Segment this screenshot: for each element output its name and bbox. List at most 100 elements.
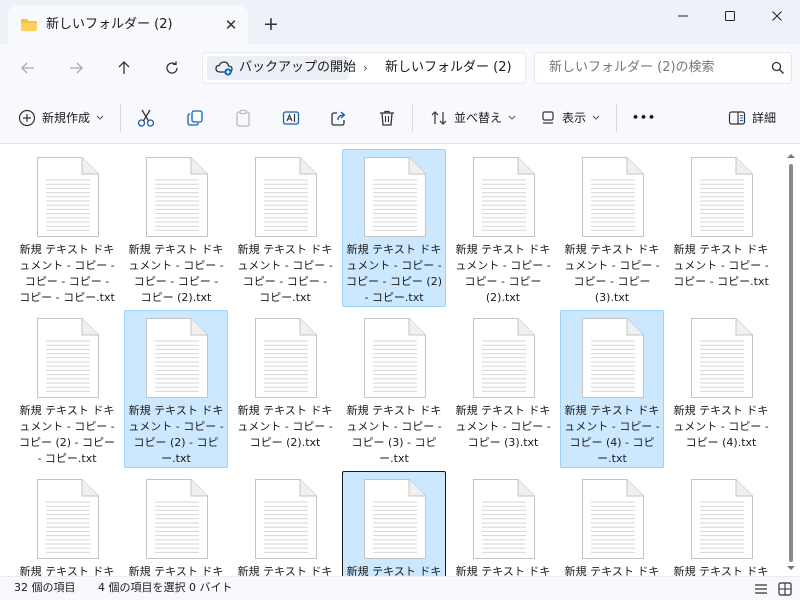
- file-name: 新規 テキスト ドキュメント: [128, 565, 224, 576]
- file-item[interactable]: 新規 テキスト ドキュメント: [233, 471, 337, 576]
- file-name: 新規 テキスト ドキュメント - コピー - コピー (3).txt: [455, 404, 551, 449]
- command-bar: 新規作成 並べ替え 表示 ••• 詳細: [0, 92, 800, 144]
- plus-circle-icon: [18, 109, 36, 127]
- new-tab-button[interactable]: +: [258, 12, 284, 38]
- text-file-icon: [255, 157, 317, 237]
- close-icon: [772, 11, 782, 21]
- forward-button[interactable]: [60, 53, 92, 83]
- text-file-icon: [582, 318, 644, 398]
- scroll-down-arrow-icon[interactable]: [786, 564, 796, 572]
- file-name: 新規 テキスト ドキュメント - コピー - コピー (2) - コピー.txt: [128, 404, 224, 465]
- tab-folder[interactable]: 新しいフォルダー (2) ✕: [8, 6, 248, 44]
- more-options-button[interactable]: •••: [632, 102, 656, 134]
- search-input[interactable]: 新しいフォルダー (2)の検索: [549, 60, 715, 76]
- back-button[interactable]: [12, 53, 44, 83]
- search-icon: [771, 61, 784, 74]
- details-button-label: 詳細: [752, 111, 777, 125]
- vertical-scrollbar[interactable]: [786, 150, 796, 574]
- text-file-icon: [146, 318, 208, 398]
- chevron-down-icon: [592, 115, 600, 120]
- text-file-icon: [691, 157, 753, 237]
- address-root-chip[interactable]: バックアップの開始: [207, 56, 356, 80]
- text-file-icon: [146, 479, 208, 559]
- cut-button[interactable]: [136, 102, 156, 134]
- tab-close-button[interactable]: ✕: [220, 14, 242, 36]
- file-item[interactable]: 新規 テキスト ドキュメント: [669, 471, 773, 576]
- file-item[interactable]: 新規 テキスト ドキュメント: [342, 471, 446, 576]
- details-button[interactable]: 詳細: [728, 102, 776, 134]
- file-name: 新規 テキスト ドキュメント: [455, 565, 551, 576]
- text-file-icon: [37, 157, 99, 237]
- file-item[interactable]: 新規 テキスト ドキュメント - コピー - コピー (3) - コピー.txt: [342, 310, 446, 468]
- maximize-button[interactable]: [707, 0, 753, 32]
- copy-icon: [187, 110, 203, 126]
- up-button[interactable]: [108, 53, 140, 83]
- text-file-icon: [473, 157, 535, 237]
- folder-icon: [21, 19, 37, 31]
- refresh-button[interactable]: [156, 53, 188, 83]
- file-name: 新規 テキスト ドキュメント - コピー - コピー - コピー (2) - コ…: [345, 243, 443, 304]
- text-file-icon: [255, 318, 317, 398]
- new-button[interactable]: 新規作成: [18, 102, 104, 134]
- scroll-thumb[interactable]: [789, 164, 793, 562]
- file-item[interactable]: 新規 テキスト ドキュメント: [451, 471, 555, 576]
- status-bar: 32 個の項目 4 個の項目を選択 0 バイト: [0, 576, 800, 600]
- minimize-button[interactable]: [660, 0, 706, 32]
- title-bar: 新しいフォルダー (2) ✕ +: [0, 0, 800, 44]
- address-bar[interactable]: バックアップの開始 › 新しいフォルダー (2): [202, 52, 526, 84]
- file-name: 新規 テキスト ドキュメント - コピー - コピー - コピー (2).txt: [455, 243, 551, 304]
- large-icons-view-button[interactable]: [776, 580, 794, 598]
- file-item[interactable]: 新規 テキスト ドキュメント - コピー - コピー - コピー - コピー (…: [124, 149, 228, 307]
- refresh-icon: [166, 61, 178, 74]
- file-item[interactable]: 新規 テキスト ドキュメント - コピー - コピー (4).txt: [669, 310, 773, 468]
- address-root-label: バックアップの開始: [239, 60, 357, 75]
- file-item[interactable]: 新規 テキスト ドキュメント: [15, 471, 119, 576]
- text-file-icon: [364, 157, 426, 237]
- file-grid: 新規 テキスト ドキュメント - コピー - コピー - コピー - コピー -…: [0, 144, 800, 576]
- text-file-icon: [691, 318, 753, 398]
- cloud-icon: [215, 61, 233, 76]
- file-name: 新規 テキスト ドキュメント - コピー - コピー (4).txt: [673, 404, 769, 449]
- file-item[interactable]: 新規 テキスト ドキュメント - コピー - コピー (4) - コピー.txt: [560, 310, 664, 468]
- arrow-right-icon: [70, 62, 83, 74]
- sort-icon: [431, 111, 447, 125]
- file-name: 新規 テキスト ドキュメント - コピー - コピー - コピー.txt: [673, 243, 769, 288]
- search-box[interactable]: 新しいフォルダー (2)の検索: [534, 52, 792, 84]
- rename-button[interactable]: [282, 102, 300, 134]
- view-button[interactable]: 表示: [540, 102, 600, 134]
- minimize-icon: [678, 15, 688, 17]
- selection-info: 4 個の項目を選択 0 バイト: [98, 581, 233, 594]
- rename-icon: [282, 111, 300, 125]
- file-item[interactable]: 新規 テキスト ドキュメント: [560, 471, 664, 576]
- text-file-icon: [146, 157, 208, 237]
- details-view-button[interactable]: [752, 580, 770, 598]
- file-item[interactable]: 新規 テキスト ドキュメント - コピー - コピー - コピー - コピー -…: [15, 149, 119, 307]
- arrow-left-icon: [21, 62, 34, 74]
- file-item[interactable]: 新規 テキスト ドキュメント - コピー - コピー - コピー.txt: [669, 149, 773, 307]
- file-name: 新規 テキスト ドキュメント - コピー - コピー - コピー - コピー -…: [19, 243, 115, 304]
- address-folder-label[interactable]: 新しいフォルダー (2): [385, 60, 512, 76]
- file-item[interactable]: 新規 テキスト ドキュメント - コピー - コピー (3).txt: [451, 310, 555, 468]
- delete-button[interactable]: [378, 102, 396, 134]
- copy-button[interactable]: [186, 102, 204, 134]
- file-item[interactable]: 新規 テキスト ドキュメント - コピー - コピー - コピー (2) - コ…: [342, 149, 446, 307]
- file-item[interactable]: 新規 テキスト ドキュメント - コピー - コピー - コピー (2).txt: [451, 149, 555, 307]
- file-name: 新規 テキスト ドキュメント: [19, 565, 115, 576]
- file-item[interactable]: 新規 テキスト ドキュメント - コピー - コピー (2).txt: [233, 310, 337, 468]
- sort-button[interactable]: 並べ替え: [430, 102, 516, 134]
- file-item[interactable]: 新規 テキスト ドキュメント - コピー - コピー (2) - コピー.txt: [124, 310, 228, 468]
- scroll-up-arrow-icon[interactable]: [786, 152, 796, 160]
- file-name: 新規 テキスト ドキュメント - コピー - コピー - コピー - コピー.t…: [237, 243, 333, 304]
- share-button[interactable]: [330, 102, 348, 134]
- file-item[interactable]: 新規 テキスト ドキュメント: [124, 471, 228, 576]
- close-window-button[interactable]: [754, 0, 800, 32]
- details-pane-icon: [728, 111, 746, 125]
- file-item[interactable]: 新規 テキスト ドキュメント - コピー - コピー (2) - コピー - コ…: [15, 310, 119, 468]
- divider: [412, 104, 413, 132]
- file-name: 新規 テキスト ドキュメント - コピー - コピー (4) - コピー.txt: [564, 404, 660, 465]
- text-file-icon: [582, 157, 644, 237]
- file-item[interactable]: 新規 テキスト ドキュメント - コピー - コピー - コピー (3).txt: [560, 149, 664, 307]
- chevron-right-icon: ›: [363, 61, 368, 75]
- divider: [616, 104, 617, 132]
- file-item[interactable]: 新規 テキスト ドキュメント - コピー - コピー - コピー - コピー.t…: [233, 149, 337, 307]
